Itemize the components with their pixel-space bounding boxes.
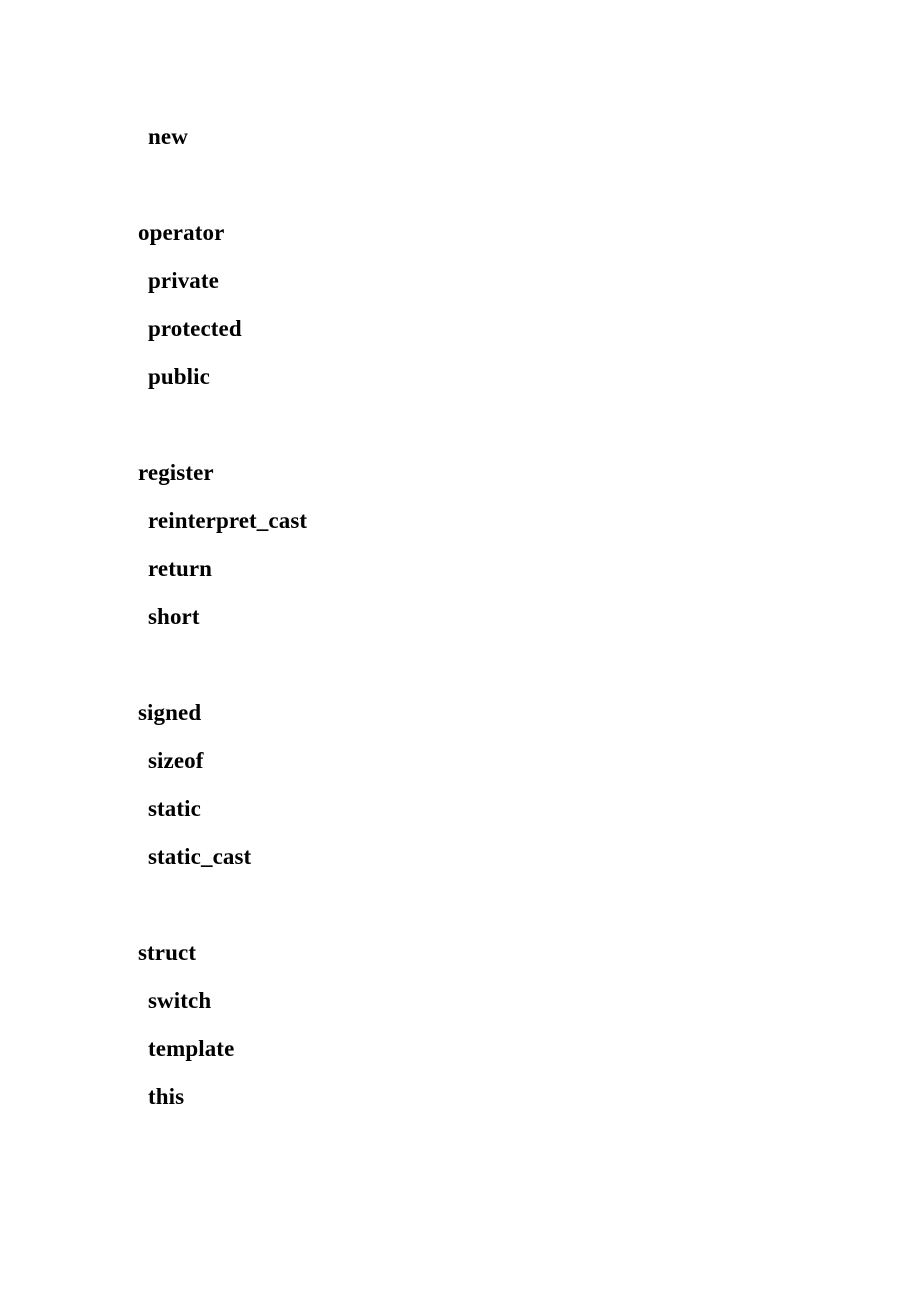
keyword-group: new <box>0 0 920 161</box>
keyword-line: new <box>148 124 188 149</box>
keyword-line: signed <box>138 700 202 725</box>
keyword-line: register <box>138 460 214 485</box>
keyword-line: sizeof <box>148 748 204 773</box>
document-page: new operator private protected public registe… <box>0 0 920 1302</box>
keyword-line: private <box>148 268 219 293</box>
keyword-line: switch <box>148 988 212 1013</box>
keyword-list: new operator private protected public registe… <box>0 0 920 1121</box>
keyword-line: this <box>148 1084 185 1109</box>
keyword-line: reinterpret_cast <box>148 508 308 533</box>
keyword-line: public <box>148 364 210 389</box>
keyword-line: operator <box>138 220 225 245</box>
keyword-line: static <box>148 796 201 821</box>
keyword-line: template <box>148 1036 235 1061</box>
keyword-group: signed sizeof static static_cast <box>0 689 920 881</box>
keyword-line: protected <box>148 316 242 341</box>
keyword-group: register reinterpret_castreturn short <box>0 449 920 641</box>
keyword-line: struct <box>138 940 197 965</box>
keyword-line: static_cast <box>148 844 252 869</box>
keyword-line: short <box>148 604 200 629</box>
keyword-group: operator private protected public <box>0 209 920 401</box>
keyword-group: struct switch template this <box>0 929 920 1121</box>
keyword-line: return <box>148 556 213 581</box>
